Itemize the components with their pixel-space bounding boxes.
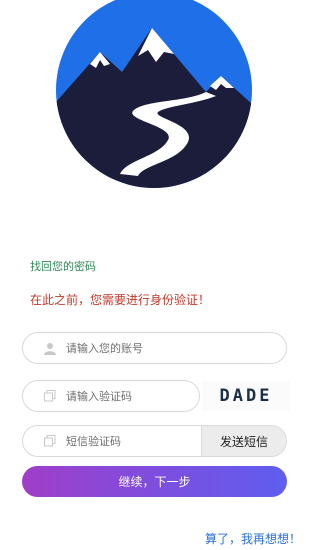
sms-code-field[interactable]: 短信验证码 发送短信 [22,425,287,457]
sms-placeholder: 短信验证码 [66,435,121,448]
captcha-field[interactable]: 请输入验证码 [22,380,200,412]
next-step-button[interactable]: 继续，下一步 [22,466,287,497]
captcha-placeholder: 请输入验证码 [66,390,132,403]
user-icon [43,341,57,355]
verification-notice: 在此之前，您需要进行身份验证！ [30,293,211,307]
captcha-image-text: DADE [219,386,273,406]
mountain-road-logo [56,0,252,188]
account-placeholder: 请输入您的账号 [66,342,143,355]
copy-icon [43,389,57,403]
captcha-image[interactable]: DADE [202,381,290,411]
find-password-title: 找回您的密码 [30,260,96,273]
cancel-link[interactable]: 算了，我再想想！ [205,530,301,547]
copy-icon [43,434,57,448]
send-sms-button[interactable]: 发送短信 [201,426,286,456]
account-field[interactable]: 请输入您的账号 [22,332,287,364]
